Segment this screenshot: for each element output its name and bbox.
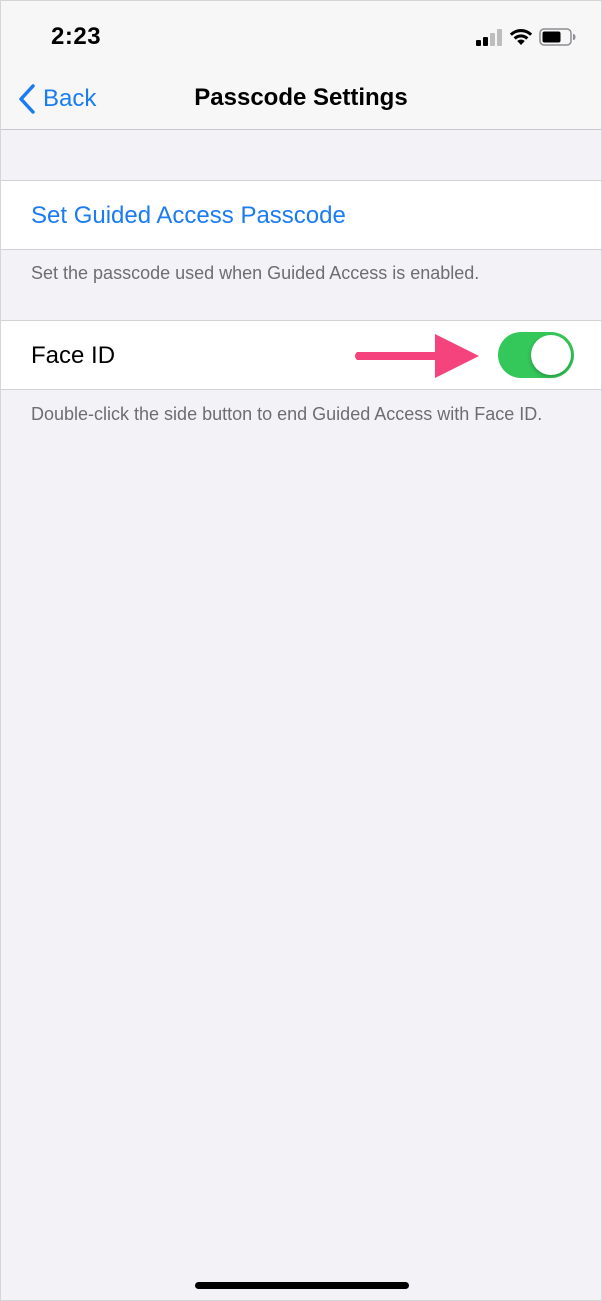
wifi-icon [509,29,533,45]
status-time: 2:23 [51,23,102,50]
face-id-label: Face ID [31,342,116,369]
passcode-footer-text: Set the passcode used when Guided Access… [31,263,480,283]
screen: 2:23 Back Passcode Settings Set Guided A… [0,0,602,1301]
set-passcode-label: Set Guided Access Passcode [31,202,346,229]
back-button[interactable]: Back [17,81,96,117]
navigation-bar: Back Passcode Settings [1,71,601,130]
face-id-cell: Face ID [1,320,601,390]
home-indicator[interactable] [195,1282,409,1289]
battery-icon [539,28,576,46]
face-id-footer-text: Double-click the side button to end Guid… [31,404,543,424]
status-bar: 2:23 [1,1,601,71]
toggle-knob [531,335,571,375]
face-id-toggle[interactable] [498,332,574,378]
back-button-label: Back [43,85,97,112]
arrow-annotation-icon [355,334,479,378]
signal-icon [476,29,502,46]
chevron-left-icon [19,84,35,114]
set-passcode-cell[interactable]: Set Guided Access Passcode [1,180,601,250]
